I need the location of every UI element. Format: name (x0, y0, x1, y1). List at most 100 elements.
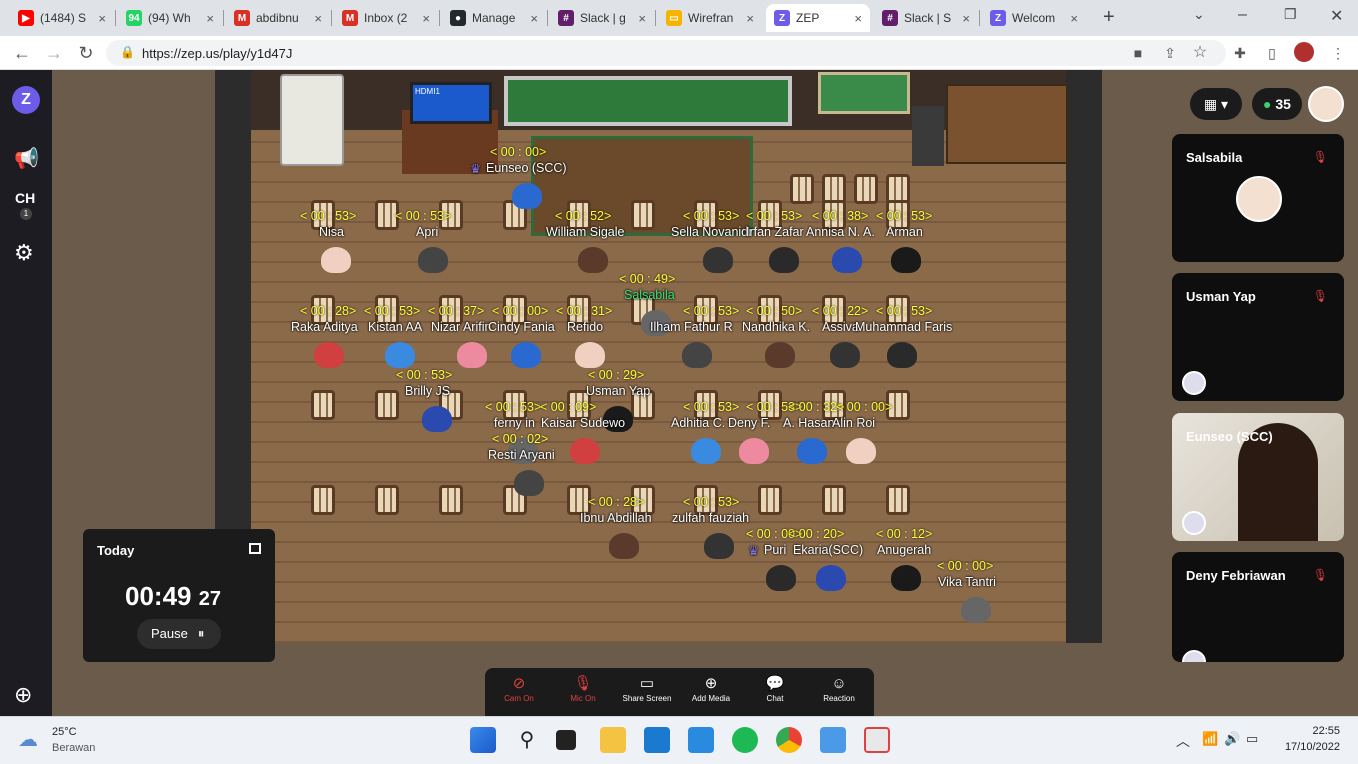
toolbar-mic-on-button[interactable]: 🎙 Mic On (551, 674, 615, 703)
spotify-icon[interactable] (732, 727, 758, 753)
layout-toggle-button[interactable]: ▦ ▾ (1190, 88, 1242, 120)
browser-tab[interactable]: # Slack | S × (874, 4, 978, 32)
avatar-name[interactable]: Adhitia C. (671, 416, 725, 430)
avatar-name[interactable]: Muhammad Faris (855, 320, 952, 334)
avatar-sprite[interactable] (422, 406, 452, 432)
avatar-name[interactable]: Deny F. (728, 416, 770, 430)
avatar-name[interactable]: Irfan Zafar (746, 225, 804, 239)
forward-icon[interactable]: → (44, 44, 64, 62)
close-tab-icon[interactable]: × (638, 11, 646, 26)
avatar-sprite[interactable] (766, 565, 796, 591)
avatar-name[interactable]: Ekaria(SCC) (793, 543, 863, 557)
avatar-name[interactable]: Brilly JS (405, 384, 450, 398)
toolbar-cam-on-button[interactable]: ⊘ Cam On (487, 674, 551, 703)
avatar-sprite[interactable] (739, 438, 769, 464)
avatar-sprite[interactable] (769, 247, 799, 273)
avatar-sprite[interactable] (887, 342, 917, 368)
minimize-timer-icon[interactable] (249, 543, 261, 554)
vscode-icon[interactable] (688, 727, 714, 753)
tab-search-icon[interactable]: ⌄ (1193, 6, 1205, 23)
avatar-sprite[interactable] (514, 470, 544, 496)
avatar-name[interactable]: Ilham Fathur R (650, 320, 733, 334)
camera-indicator-icon[interactable]: ■ (1128, 44, 1148, 62)
avatar-name[interactable]: Usman Yap (586, 384, 650, 398)
avatar-sprite[interactable] (321, 247, 351, 273)
profile-avatar[interactable] (1294, 42, 1314, 62)
avatar-sprite[interactable] (418, 247, 448, 273)
avatar-sprite[interactable] (691, 438, 721, 464)
avatar-name[interactable]: Puri (764, 543, 786, 557)
avatar-sprite[interactable] (816, 565, 846, 591)
new-tab-button[interactable]: + (1103, 6, 1115, 29)
avatar-sprite[interactable] (682, 342, 712, 368)
close-tab-icon[interactable]: × (314, 11, 322, 26)
avatar-name[interactable]: Nandhika K. (742, 320, 810, 334)
avatar-sprite[interactable] (512, 183, 542, 209)
close-tab-icon[interactable]: × (98, 11, 106, 26)
snipping-tool-icon[interactable] (864, 727, 890, 753)
toolbar-add-media-button[interactable]: ⊕ Add Media (679, 674, 743, 703)
browser-tab[interactable]: Mabdibnu × (226, 4, 330, 32)
url-input[interactable]: 🔒 https://zep.us/play/y1d47J (106, 40, 1226, 66)
avatar-sprite[interactable] (578, 247, 608, 273)
close-tab-icon[interactable]: × (422, 11, 430, 26)
avatar-sprite[interactable] (891, 565, 921, 591)
avatar-name[interactable]: Ibnu Abdillah (580, 511, 652, 525)
close-window-button[interactable]: ✕ (1330, 6, 1343, 26)
browser-tab[interactable]: Z Welcom × (982, 4, 1086, 32)
minimize-button[interactable]: – (1238, 6, 1247, 24)
clock-time[interactable]: 22:55 (1300, 725, 1340, 737)
zep-logo-icon[interactable]: Z (12, 86, 40, 114)
wifi-icon[interactable]: 📶 (1202, 731, 1218, 747)
close-tab-icon[interactable]: × (1070, 11, 1078, 26)
close-tab-icon[interactable]: × (206, 11, 214, 26)
avatar-name[interactable]: zulfah fauziah (672, 511, 749, 525)
avatar-sprite[interactable] (314, 342, 344, 368)
video-tile[interactable]: Salsabila 🎙 (1172, 134, 1344, 262)
avatar-sprite[interactable] (511, 342, 541, 368)
avatar-name[interactable]: Salsabila (624, 288, 675, 302)
weather-temp[interactable]: 25°C (52, 726, 77, 738)
video-tile[interactable]: Deny Febriawan 🎙 (1172, 552, 1344, 662)
clock-date[interactable]: 17/10/2022 (1278, 741, 1340, 753)
bookmark-star-icon[interactable]: ☆ (1190, 44, 1210, 62)
extensions-icon[interactable]: ✚ (1230, 44, 1250, 62)
browser-tab[interactable]: ▶ (1484) S × (10, 4, 114, 32)
avatar-sprite[interactable] (609, 533, 639, 559)
toolbar-reaction-button[interactable]: ☺ Reaction (807, 674, 871, 703)
close-tab-icon[interactable]: × (746, 11, 754, 26)
avatar-name[interactable]: Raka Aditya (291, 320, 358, 334)
avatar-sprite[interactable] (797, 438, 827, 464)
avatar-name[interactable]: Kaisar Sudewo (541, 416, 625, 430)
back-icon[interactable]: ← (12, 44, 32, 62)
avatar-sprite[interactable] (891, 247, 921, 273)
avatar-name[interactable]: William Sigale (546, 225, 625, 239)
toolbar-chat-button[interactable]: 💬 Chat (743, 674, 807, 703)
browser-tab[interactable]: ▭ Wirefran × (658, 4, 762, 32)
file-explorer-icon[interactable] (600, 727, 626, 753)
battery-icon[interactable]: ▭ (1246, 731, 1258, 747)
avatar-name[interactable]: Assiva (822, 320, 859, 334)
avatar-name[interactable]: Anugerah (877, 543, 931, 557)
add-circle-icon[interactable]: ⊕ (14, 682, 32, 708)
avatar-sprite[interactable] (830, 342, 860, 368)
avatar-name[interactable]: Arman (886, 225, 923, 239)
avatar-sprite[interactable] (704, 533, 734, 559)
close-tab-icon[interactable]: × (854, 11, 862, 26)
restore-button[interactable]: ❐ (1284, 6, 1297, 23)
avatar-sprite[interactable] (575, 342, 605, 368)
avatar-name[interactable]: Apri (416, 225, 438, 239)
settings-gear-icon[interactable]: ⚙ (14, 240, 34, 266)
chevron-up-icon[interactable]: ︿ (1176, 731, 1190, 751)
browser-tab[interactable]: ● Manage × (442, 4, 546, 32)
avatar-sprite[interactable] (765, 342, 795, 368)
avatar-name[interactable]: Resti Aryani (488, 448, 555, 462)
avatar-name[interactable]: Eunseo (SCC) (486, 161, 567, 175)
avatar-name[interactable]: Refido (567, 320, 603, 334)
reload-icon[interactable]: ↻ (76, 44, 96, 62)
avatar-name[interactable]: Nizar Arifin (431, 320, 491, 334)
menu-dots-icon[interactable]: ⋮ (1328, 44, 1348, 62)
avatar-name[interactable]: A. Hasan (783, 416, 834, 430)
avatar-name[interactable]: Vika Tantri (938, 575, 996, 589)
avatar-sprite[interactable] (570, 438, 600, 464)
